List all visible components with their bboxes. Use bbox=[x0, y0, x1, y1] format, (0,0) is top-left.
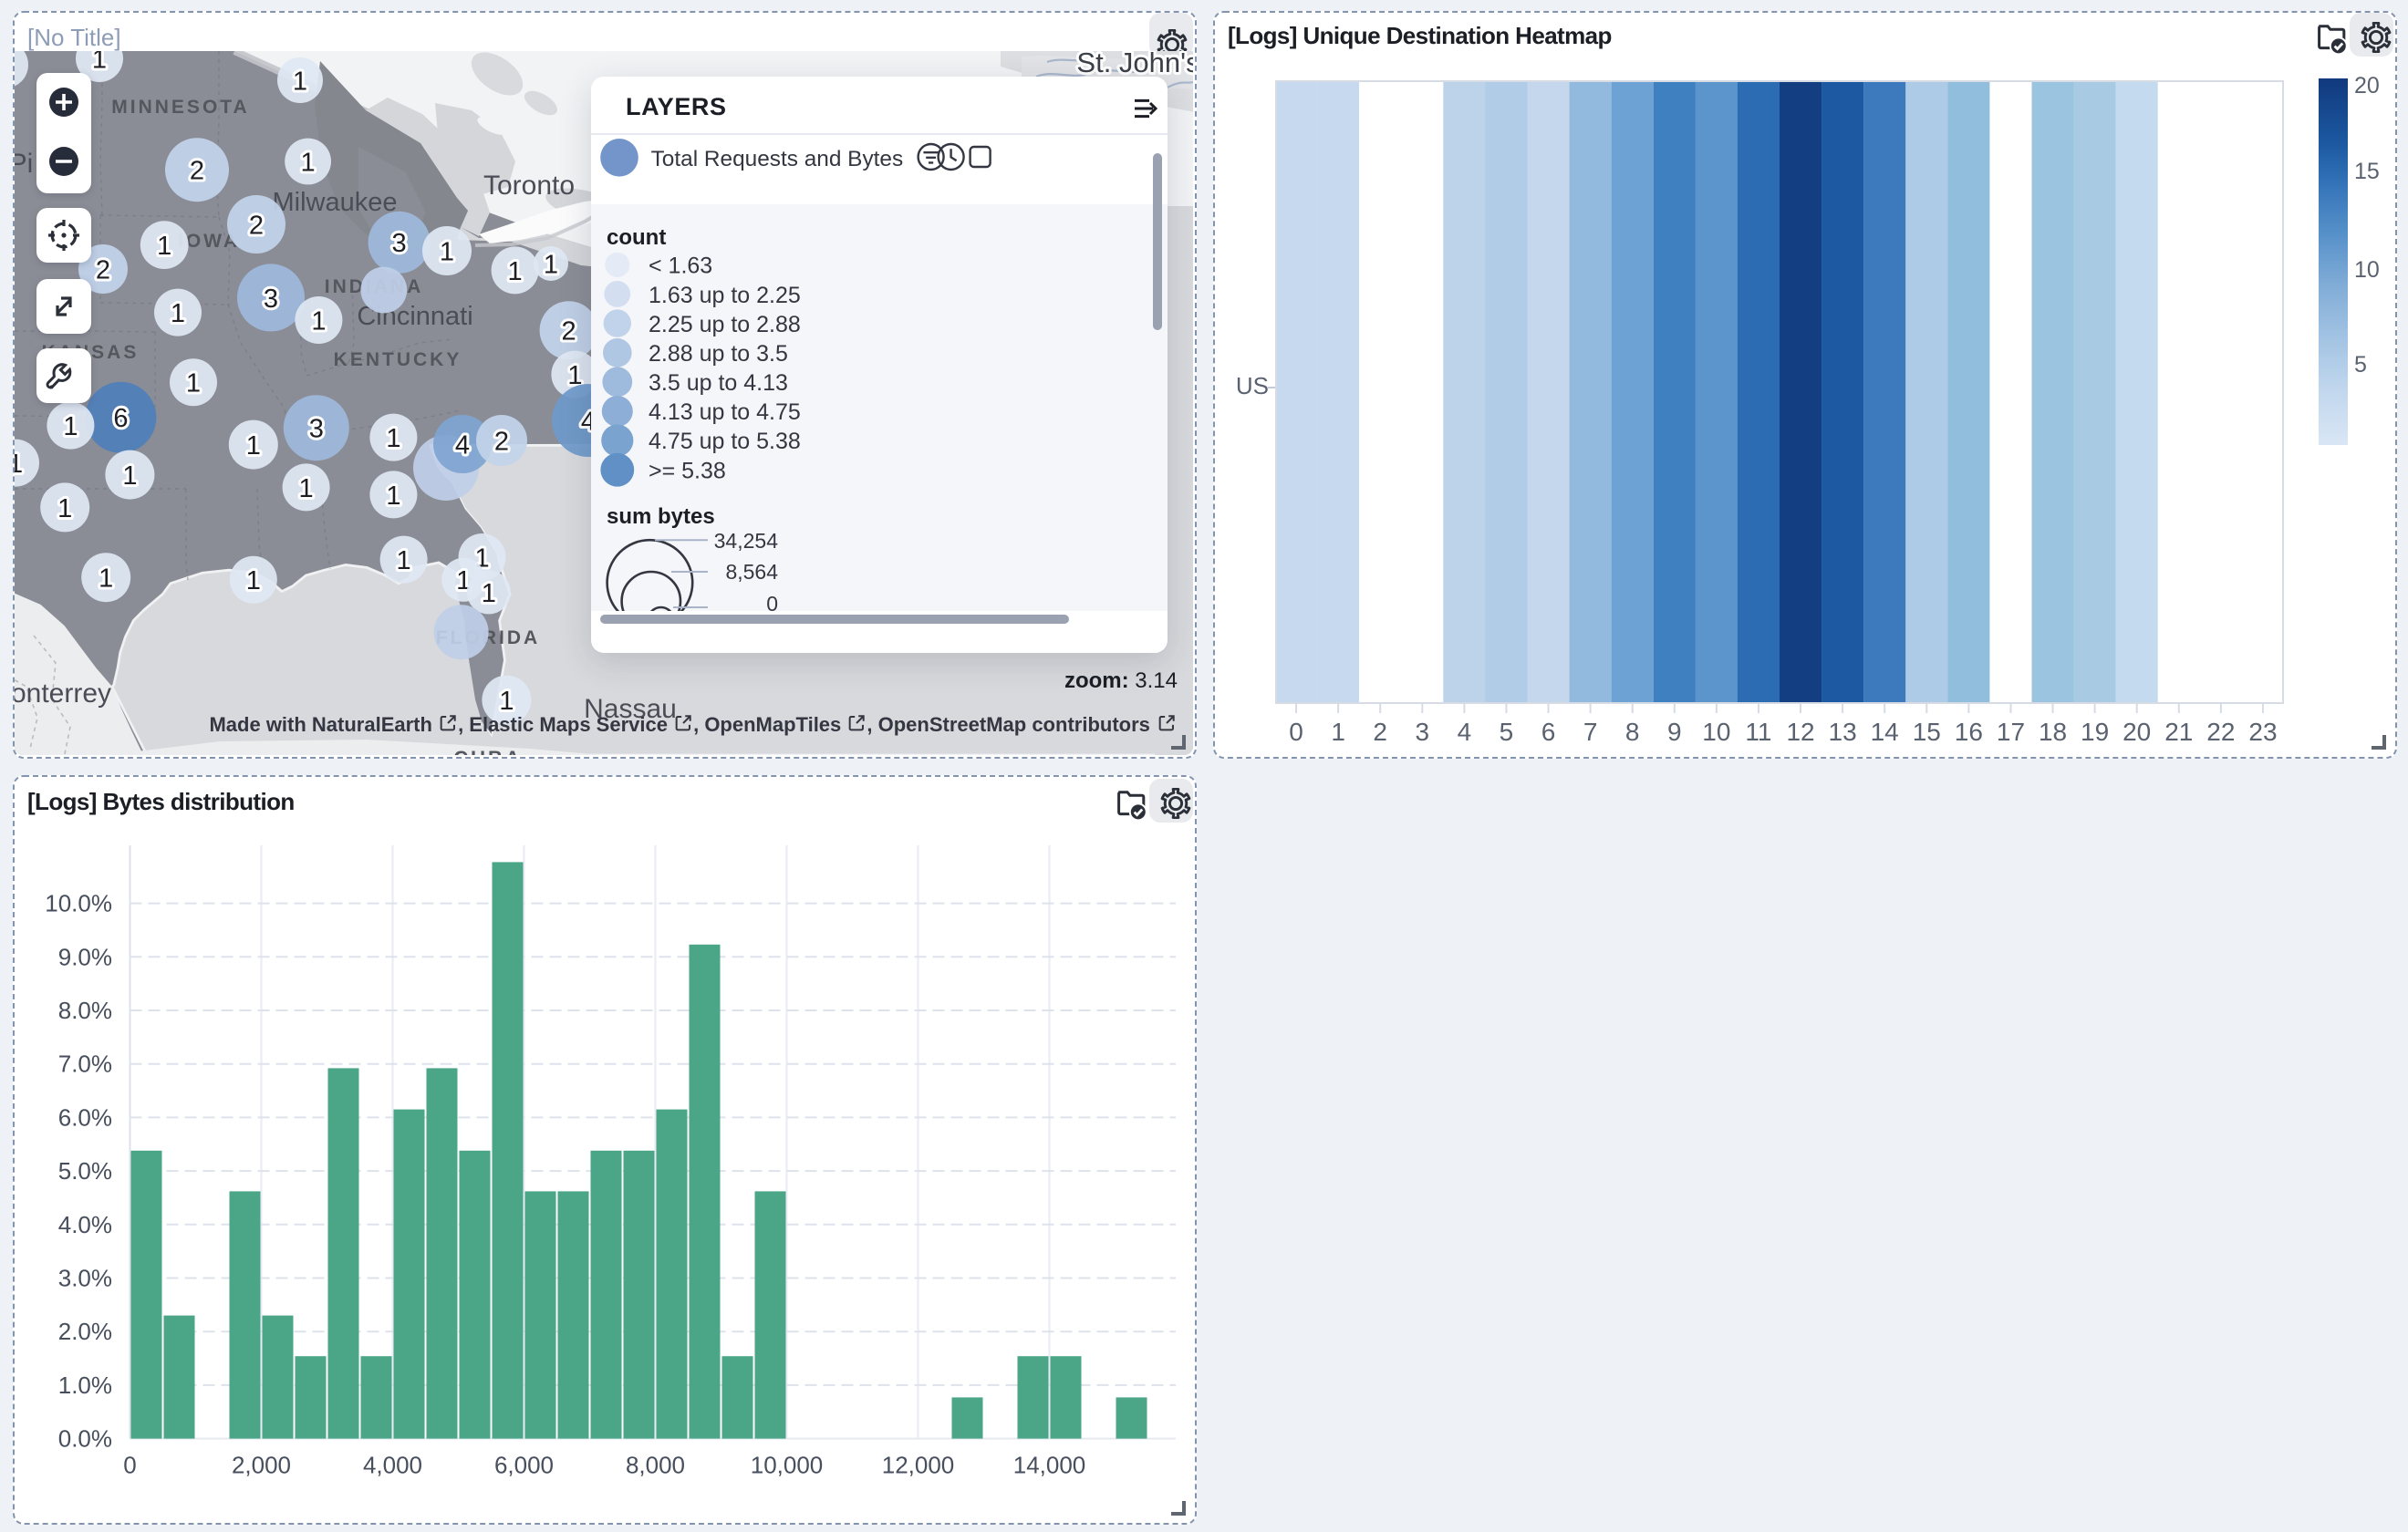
svg-text:MINNESOTA: MINNESOTA bbox=[110, 96, 248, 117]
svg-text:1: 1 bbox=[170, 298, 184, 327]
svg-text:3: 3 bbox=[1415, 718, 1429, 746]
svg-text:3: 3 bbox=[263, 284, 277, 313]
svg-text:1: 1 bbox=[543, 249, 557, 278]
svg-text:21: 21 bbox=[2164, 718, 2192, 746]
svg-text:>= 5.38: >= 5.38 bbox=[648, 457, 725, 482]
svg-text:1: 1 bbox=[57, 493, 71, 523]
svg-text:Total Requests and Bytes: Total Requests and Bytes bbox=[650, 146, 903, 171]
svg-text:1: 1 bbox=[98, 564, 112, 593]
svg-text:7: 7 bbox=[1583, 718, 1597, 746]
svg-text:4.0%: 4.0% bbox=[57, 1211, 111, 1238]
svg-text:4.13 up to 4.75: 4.13 up to 4.75 bbox=[648, 399, 800, 424]
svg-text:1: 1 bbox=[298, 473, 313, 502]
svg-text:2.0%: 2.0% bbox=[57, 1318, 111, 1345]
svg-text:Toronto: Toronto bbox=[483, 170, 574, 200]
svg-text:2: 2 bbox=[189, 156, 203, 185]
svg-text:Milwaukee: Milwaukee bbox=[272, 187, 397, 216]
svg-text:8.0%: 8.0% bbox=[57, 997, 111, 1024]
svg-text:6.0%: 6.0% bbox=[57, 1103, 111, 1131]
svg-text:3: 3 bbox=[391, 228, 406, 257]
svg-text:1: 1 bbox=[385, 423, 400, 452]
svg-text:2.25 up to 2.88: 2.25 up to 2.88 bbox=[648, 311, 800, 336]
svg-text:4.75 up to 5.38: 4.75 up to 5.38 bbox=[648, 428, 800, 453]
svg-text:4: 4 bbox=[1457, 718, 1471, 746]
svg-text:2: 2 bbox=[248, 210, 263, 239]
svg-text:6: 6 bbox=[112, 403, 127, 432]
svg-text:4: 4 bbox=[454, 430, 469, 459]
svg-text:1: 1 bbox=[507, 256, 522, 285]
svg-text:2: 2 bbox=[1372, 718, 1386, 746]
svg-text:20: 20 bbox=[2122, 718, 2150, 746]
svg-text:6,000: 6,000 bbox=[493, 1452, 553, 1479]
svg-text:8,564: 8,564 bbox=[724, 559, 777, 583]
svg-text:9: 9 bbox=[1666, 718, 1681, 746]
svg-text:13: 13 bbox=[1828, 718, 1856, 746]
svg-text:18: 18 bbox=[2038, 718, 2066, 746]
svg-text:8,000: 8,000 bbox=[625, 1452, 684, 1479]
svg-text:7.0%: 7.0% bbox=[57, 1051, 111, 1078]
svg-text:5.0%: 5.0% bbox=[57, 1157, 111, 1185]
svg-text:1: 1 bbox=[1330, 718, 1344, 746]
svg-text:St. John's: St. John's bbox=[1075, 50, 1192, 78]
svg-text:9.0%: 9.0% bbox=[57, 943, 111, 970]
svg-text:14,000: 14,000 bbox=[1012, 1452, 1085, 1479]
svg-text:15: 15 bbox=[1912, 718, 1940, 746]
svg-text:1.63 up to 2.25: 1.63 up to 2.25 bbox=[648, 282, 800, 307]
svg-text:0: 0 bbox=[1288, 718, 1303, 746]
svg-text:< 1.63: < 1.63 bbox=[648, 253, 711, 278]
svg-text:2: 2 bbox=[493, 426, 508, 455]
svg-text:Pi: Pi bbox=[14, 148, 32, 178]
svg-text:2: 2 bbox=[561, 316, 576, 346]
svg-text:19: 19 bbox=[2080, 718, 2108, 746]
svg-text:1: 1 bbox=[439, 236, 453, 265]
svg-text:1: 1 bbox=[292, 66, 306, 95]
svg-text:0.0%: 0.0% bbox=[57, 1425, 111, 1453]
svg-text:16: 16 bbox=[1954, 718, 1982, 746]
svg-text:22: 22 bbox=[2206, 718, 2234, 746]
svg-text:12: 12 bbox=[1785, 718, 1813, 746]
svg-text:CUBA: CUBA bbox=[452, 746, 522, 754]
svg-text:1: 1 bbox=[300, 147, 315, 176]
svg-text:23: 23 bbox=[2247, 718, 2276, 746]
svg-text:1: 1 bbox=[91, 50, 106, 73]
svg-text:1: 1 bbox=[14, 449, 22, 478]
svg-text:5: 5 bbox=[1499, 718, 1513, 746]
svg-text:12,000: 12,000 bbox=[881, 1452, 954, 1479]
svg-text:1: 1 bbox=[62, 411, 77, 440]
svg-text:1: 1 bbox=[385, 481, 400, 510]
svg-text:2: 2 bbox=[95, 254, 109, 284]
svg-text:3.5 up to 4.13: 3.5 up to 4.13 bbox=[648, 369, 787, 395]
svg-text:0: 0 bbox=[765, 591, 777, 610]
svg-text:4,000: 4,000 bbox=[362, 1452, 421, 1479]
svg-text:1: 1 bbox=[121, 461, 136, 490]
svg-text:10,000: 10,000 bbox=[750, 1452, 823, 1479]
svg-text:3: 3 bbox=[308, 414, 323, 443]
svg-text:8: 8 bbox=[1624, 718, 1639, 746]
svg-text:1: 1 bbox=[481, 578, 495, 607]
svg-text:3.0%: 3.0% bbox=[57, 1265, 111, 1292]
svg-text:10.0%: 10.0% bbox=[44, 890, 111, 917]
svg-text:17: 17 bbox=[1996, 718, 2024, 746]
svg-text:11: 11 bbox=[1744, 718, 1770, 746]
svg-text:1: 1 bbox=[245, 430, 260, 460]
svg-text:10: 10 bbox=[1701, 718, 1729, 746]
svg-text:KENTUCKY: KENTUCKY bbox=[333, 348, 462, 369]
svg-text:1: 1 bbox=[396, 545, 410, 574]
svg-text:1: 1 bbox=[498, 686, 513, 715]
svg-text:2.88 up to 3.5: 2.88 up to 3.5 bbox=[648, 340, 787, 366]
svg-text:2,000: 2,000 bbox=[231, 1452, 290, 1479]
svg-text:1: 1 bbox=[156, 231, 171, 260]
svg-text:14: 14 bbox=[1870, 718, 1898, 746]
svg-text:1.0%: 1.0% bbox=[57, 1372, 111, 1399]
svg-text:onterrey: onterrey bbox=[14, 678, 110, 708]
svg-text:0: 0 bbox=[122, 1452, 135, 1479]
svg-text:34,254: 34,254 bbox=[713, 528, 778, 552]
svg-text:1: 1 bbox=[245, 565, 260, 595]
svg-text:1: 1 bbox=[310, 305, 325, 335]
svg-text:1: 1 bbox=[185, 368, 200, 398]
svg-text:6: 6 bbox=[1541, 718, 1555, 746]
